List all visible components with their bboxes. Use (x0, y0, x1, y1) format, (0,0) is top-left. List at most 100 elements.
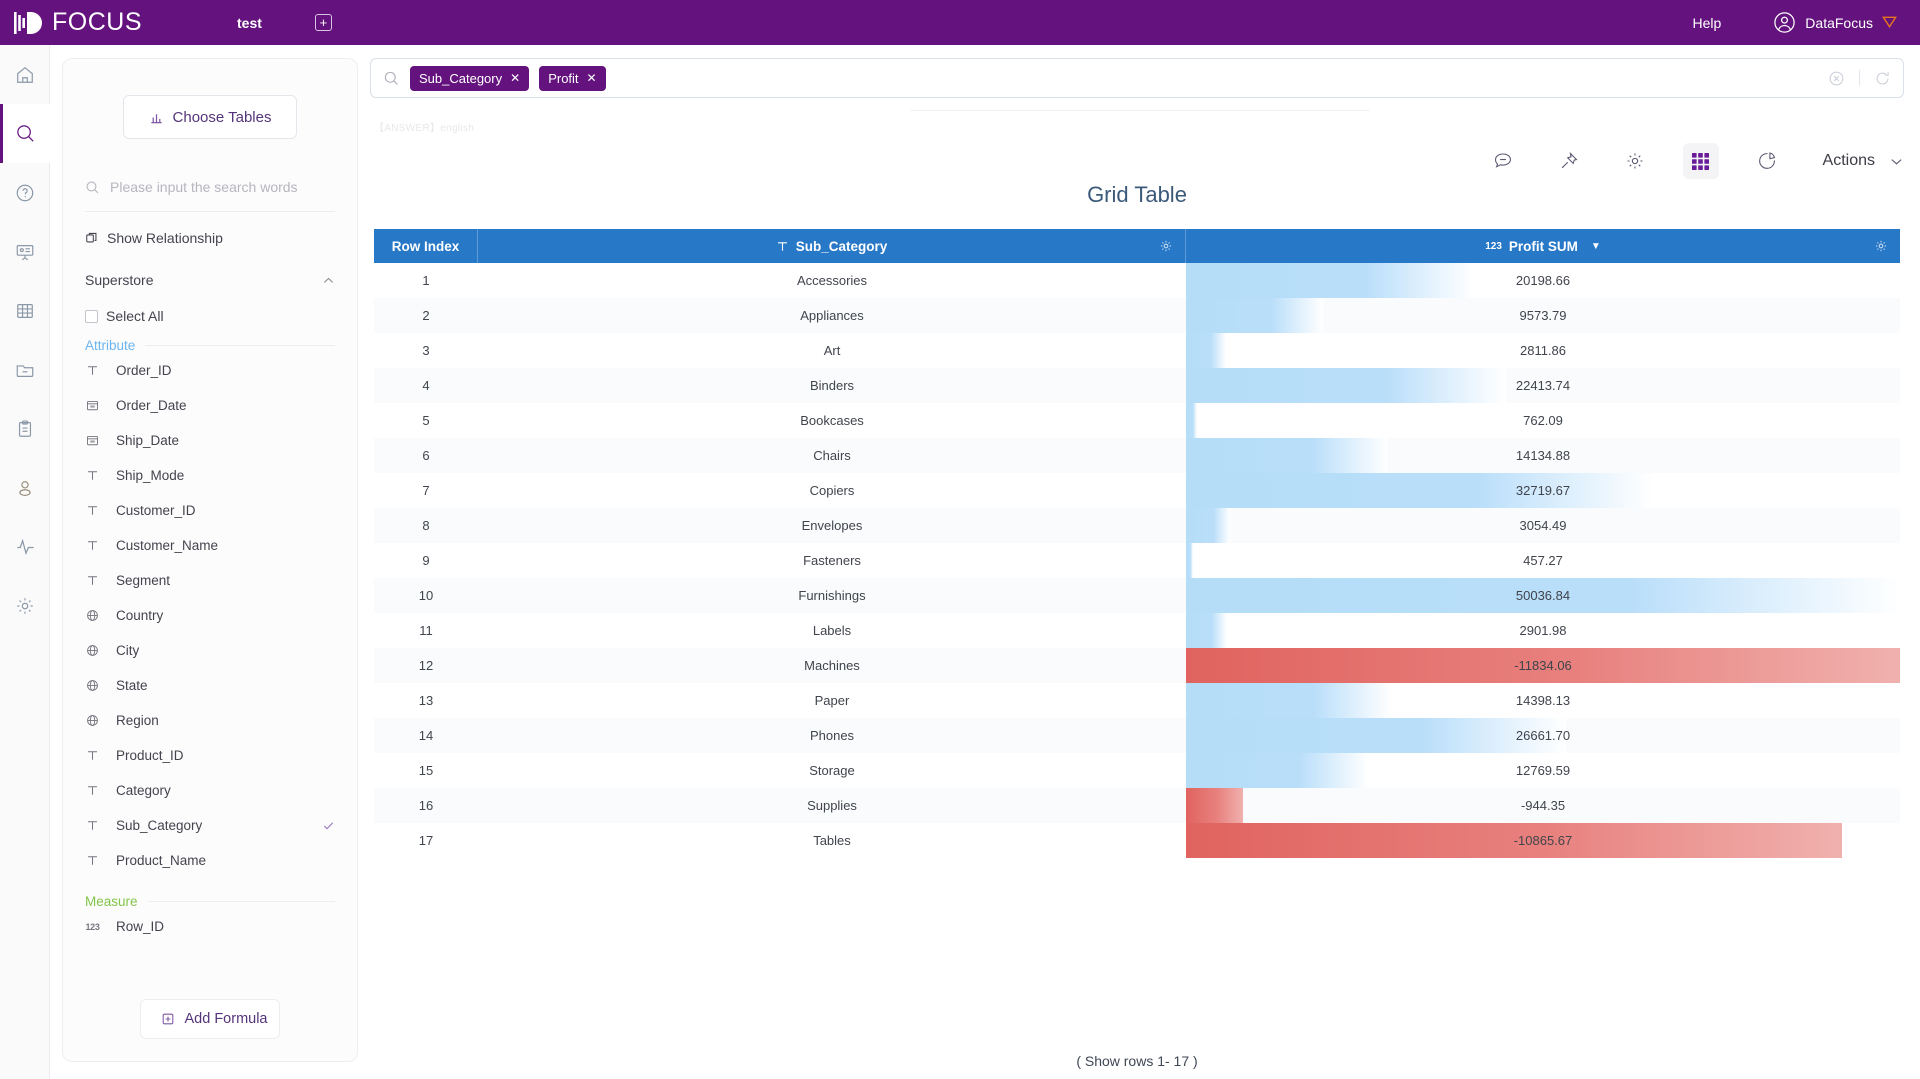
geo-type-icon (85, 644, 100, 657)
text-type-icon (85, 749, 100, 762)
field-item-row_id[interactable]: 123 Row_ID (85, 909, 335, 944)
search-icon (383, 70, 400, 87)
field-item-category[interactable]: Category (85, 773, 335, 808)
gear-icon[interactable] (1159, 239, 1173, 253)
rail-item-tables[interactable] (0, 281, 50, 340)
table-row[interactable]: 5 Bookcases 762.09 (374, 403, 1900, 438)
rail-item-account[interactable] (0, 458, 50, 517)
table-row[interactable]: 7 Copiers 32719.67 (374, 473, 1900, 508)
field-item-state[interactable]: State (85, 668, 335, 703)
help-link[interactable]: Help (1693, 15, 1722, 31)
rail-item-search[interactable] (0, 104, 50, 163)
workbook-tab-test[interactable]: test (237, 15, 262, 31)
table-row[interactable]: 13 Paper 14398.13 (374, 683, 1900, 718)
field-item-product_id[interactable]: Product_ID (85, 738, 335, 773)
field-item-customer_id[interactable]: Customer_ID (85, 493, 335, 528)
field-label: Order_Date (116, 398, 187, 413)
data-bar (1186, 438, 1388, 473)
actions-dropdown[interactable]: Actions (1823, 152, 1904, 170)
cell-sub-category: Furnishings (798, 588, 866, 603)
clear-circle-icon[interactable] (1828, 70, 1845, 87)
table-row[interactable]: 16 Supplies -944.35 (374, 788, 1900, 823)
table-row[interactable]: 1 Accessories 20198.66 (374, 263, 1900, 298)
caret-down-icon[interactable]: ▼ (1591, 241, 1601, 252)
field-item-order_date[interactable]: Order_Date (85, 388, 335, 423)
datasource-header[interactable]: Superstore (85, 272, 335, 288)
close-icon[interactable]: ✕ (510, 71, 520, 85)
select-all-checkbox[interactable]: Select All (85, 308, 335, 324)
table-row[interactable]: 17 Tables -10865.67 (374, 823, 1900, 858)
measure-field-list: 123 Row_ID (63, 909, 357, 944)
user-circle-icon (1773, 11, 1796, 34)
sidebar-search-placeholder: Please input the search words (110, 179, 298, 195)
field-item-ship_date[interactable]: Ship_Date (85, 423, 335, 458)
cell-profit-sum: -11834.06 (1186, 648, 1900, 683)
field-item-segment[interactable]: Segment (85, 563, 335, 598)
rail-item-help[interactable] (0, 163, 50, 222)
table-row[interactable]: 4 Binders 22413.74 (374, 368, 1900, 403)
checkbox-box[interactable] (85, 309, 98, 323)
rail-item-monitor[interactable] (0, 517, 50, 576)
close-icon[interactable]: ✕ (587, 71, 597, 85)
table-row[interactable]: 14 Phones 26661.70 (374, 718, 1900, 753)
table-row[interactable]: 10 Furnishings 50036.84 (374, 578, 1900, 613)
table-row[interactable]: 15 Storage 12769.59 (374, 753, 1900, 788)
table-row[interactable]: 12 Machines -11834.06 (374, 648, 1900, 683)
rail-item-home[interactable] (0, 45, 50, 104)
show-relationship-button[interactable]: Show Relationship (85, 230, 335, 246)
field-item-sub_category[interactable]: Sub_Category (85, 808, 335, 843)
grid-table-icon (15, 301, 35, 321)
rail-item-settings[interactable] (0, 576, 50, 635)
comment-button[interactable] (1485, 143, 1521, 179)
column-header-profit-sum[interactable]: 123 Profit SUM ▼ (1186, 229, 1900, 263)
chart-view-button[interactable] (1749, 143, 1785, 179)
cell-sub-category: Accessories (796, 273, 868, 288)
cell-profit-sum: 32719.67 (1186, 473, 1900, 508)
table-row[interactable]: 3 Art 2811.86 (374, 333, 1900, 368)
field-item-country[interactable]: Country (85, 598, 335, 633)
column-header-sub-category[interactable]: Sub_Category (478, 229, 1186, 263)
gear-icon[interactable] (1874, 239, 1888, 253)
add-formula-button[interactable]: Add Formula (140, 999, 280, 1039)
search-chip-sub_category[interactable]: Sub_Category ✕ (410, 65, 530, 91)
rail-item-folder[interactable] (0, 340, 50, 399)
table-row[interactable]: 9 Fasteners 457.27 (374, 543, 1900, 578)
column-header-row-index[interactable]: Row Index (374, 229, 478, 263)
rail-item-dashboard[interactable] (0, 222, 50, 281)
date-type-icon (85, 399, 100, 412)
choose-tables-button[interactable]: Choose Tables (123, 95, 297, 139)
table-row[interactable]: 11 Labels 2901.98 (374, 613, 1900, 648)
cell-profit-sum: 50036.84 (1186, 578, 1900, 613)
field-item-city[interactable]: City (85, 633, 335, 668)
plus-icon[interactable]: + (314, 14, 332, 31)
table-row[interactable]: 8 Envelopes 3054.49 (374, 508, 1900, 543)
date-type-icon (85, 434, 100, 447)
pin-button[interactable] (1551, 143, 1587, 179)
table-row[interactable]: 2 Appliances 9573.79 (374, 298, 1900, 333)
field-item-ship_mode[interactable]: Ship_Mode (85, 458, 335, 493)
table-row[interactable]: 6 Chairs 14134.88 (374, 438, 1900, 473)
search-chip-profit[interactable]: Profit ✕ (539, 65, 606, 91)
cell-profit-sum: -10865.67 (1186, 823, 1900, 858)
settings-button[interactable] (1617, 143, 1653, 179)
text-type-icon (85, 574, 100, 587)
cell-profit-sum: 22413.74 (1186, 368, 1900, 403)
field-item-region[interactable]: Region (85, 703, 335, 738)
field-item-product_name[interactable]: Product_Name (85, 843, 335, 878)
field-label: Customer_ID (116, 503, 196, 518)
rail-item-tasks[interactable] (0, 399, 50, 458)
refresh-icon[interactable] (1874, 70, 1891, 87)
query-search-bar[interactable]: Sub_Category ✕ Profit ✕ (370, 58, 1904, 98)
question-circle-icon (15, 183, 35, 203)
chevron-up-icon[interactable] (322, 274, 335, 287)
brand-name: FOCUS (52, 8, 142, 36)
user-menu[interactable]: DataFocus (1773, 11, 1898, 34)
field-item-customer_name[interactable]: Customer_Name (85, 528, 335, 563)
clipboard-icon (15, 419, 35, 439)
grid-view-button[interactable] (1682, 143, 1719, 179)
sidebar-search-input[interactable]: Please input the search words (85, 179, 335, 212)
field-item-order_id[interactable]: Order_ID (85, 353, 335, 388)
header-right-group: Help DataFocus (1693, 11, 1899, 34)
data-panel-sidebar: Choose Tables Please input the search wo… (62, 58, 358, 1062)
brand-logo[interactable]: FOCUS (14, 8, 142, 37)
